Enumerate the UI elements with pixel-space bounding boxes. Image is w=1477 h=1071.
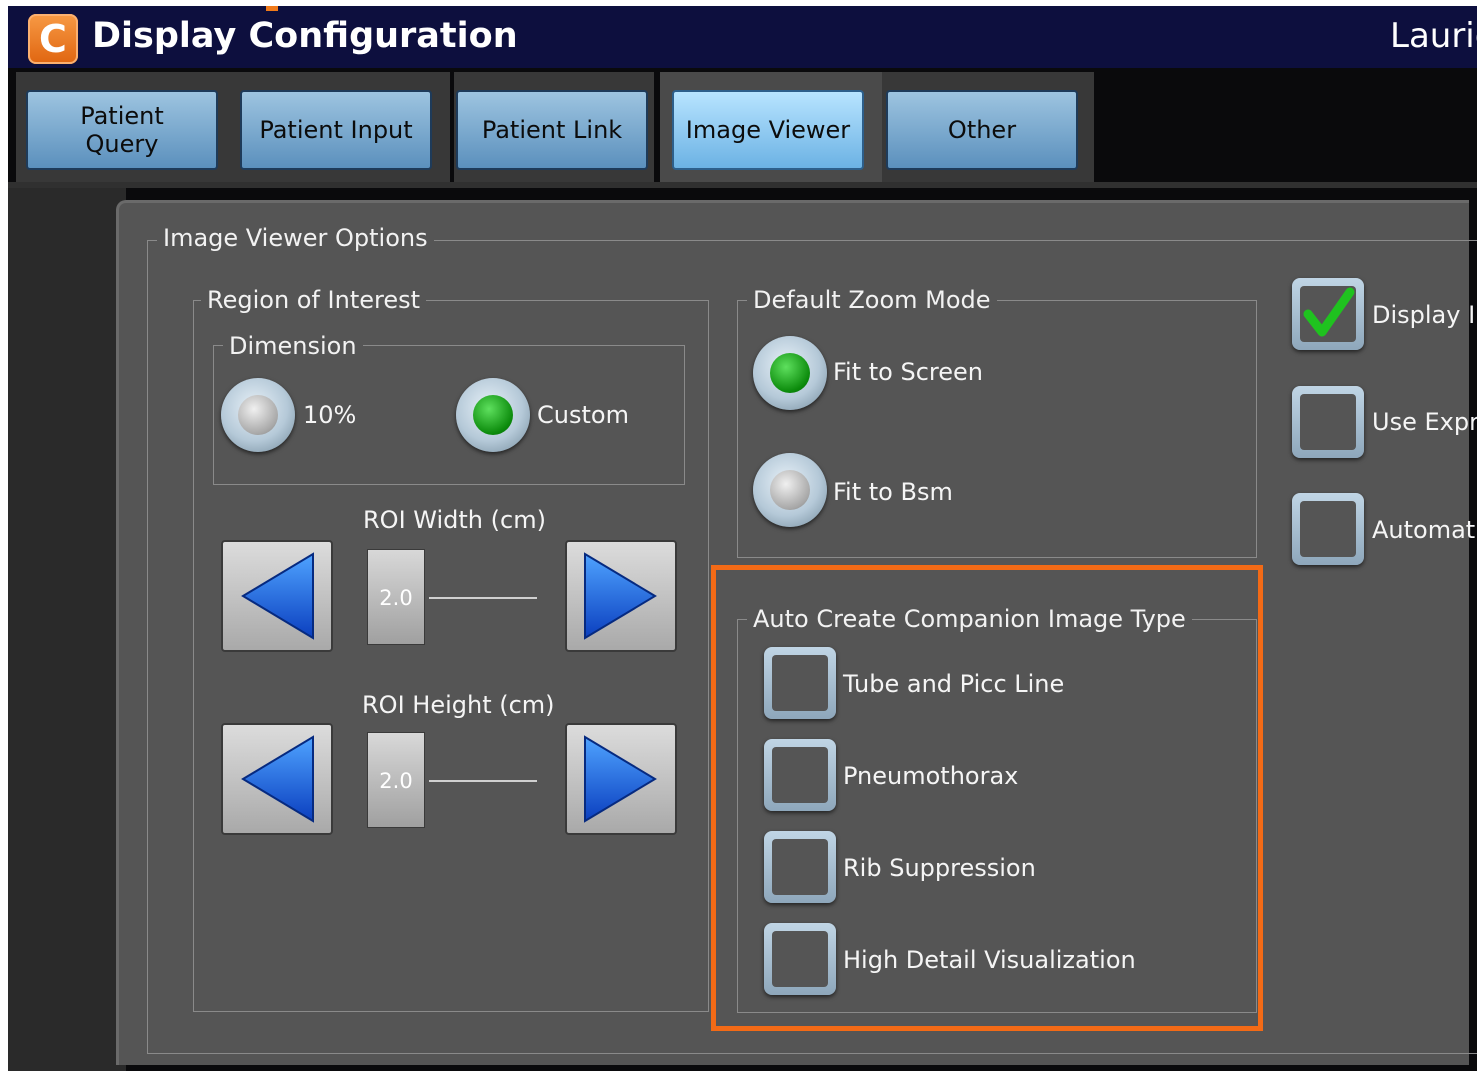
- roi-width-slider-track[interactable]: [429, 597, 537, 599]
- user-name: Laurie: [1390, 16, 1477, 56]
- zoom-mode-title: Default Zoom Mode: [747, 285, 997, 315]
- tab-patient-input[interactable]: Patient Input: [240, 90, 432, 170]
- roi-title: Region of Interest: [201, 285, 427, 315]
- tab-label: Patient Link: [481, 116, 623, 144]
- tab-patient-query[interactable]: Patient Query: [26, 90, 218, 170]
- roi-height-label: ROI Height (cm): [362, 691, 555, 719]
- arrow-right-icon: [584, 735, 657, 823]
- automatic-label: Automati: [1372, 516, 1477, 544]
- dimension-10-radio[interactable]: [221, 378, 295, 452]
- fit-to-screen-radio[interactable]: [753, 336, 827, 410]
- roi-width-label: ROI Width (cm): [363, 506, 546, 534]
- fit-to-screen-label: Fit to Screen: [833, 358, 983, 386]
- title-bar: C Display Configuration Laurie: [8, 6, 1477, 68]
- automatic-checkbox[interactable]: [1292, 493, 1364, 565]
- window-title: Display Configuration: [92, 16, 518, 56]
- tab-label: Other: [947, 116, 1017, 144]
- display-option-checkbox[interactable]: [1292, 278, 1364, 350]
- dimension-custom-label: Custom: [537, 401, 629, 429]
- highlight-box: [711, 565, 1263, 1031]
- radio-dot: [473, 395, 513, 435]
- app-logo-icon: C: [28, 14, 78, 64]
- tab-patient-link[interactable]: Patient Link: [456, 90, 648, 170]
- zoom-mode-group: [737, 300, 1257, 558]
- use-expr-checkbox[interactable]: [1292, 386, 1364, 458]
- roi-height-decrease-button[interactable]: [221, 723, 333, 835]
- arrow-left-icon: [241, 552, 314, 640]
- tab-image-viewer[interactable]: Image Viewer: [672, 90, 864, 170]
- accent-mark: [266, 6, 278, 11]
- group-title: Image Viewer Options: [157, 223, 434, 253]
- roi-height-value[interactable]: 2.0: [367, 732, 425, 828]
- tab-label: Patient Input: [259, 116, 413, 144]
- display-option-label: Display I: [1372, 301, 1476, 329]
- left-gutter: [8, 188, 126, 1071]
- tab-label: Image Viewer: [685, 116, 851, 144]
- arrow-right-icon: [584, 552, 657, 640]
- fit-to-bsm-label: Fit to Bsm: [833, 478, 953, 506]
- tab-strip-divider: [8, 182, 1477, 188]
- checkmark-icon: [1303, 287, 1355, 337]
- checkbox-box: [1300, 501, 1356, 557]
- roi-width-decrease-button[interactable]: [221, 540, 333, 652]
- roi-height-slider-track[interactable]: [429, 780, 537, 782]
- radio-dot: [770, 470, 810, 510]
- tab-other[interactable]: Other: [886, 90, 1078, 170]
- use-expr-label: Use Expr: [1372, 408, 1477, 436]
- tab-label: Patient Query: [80, 102, 164, 158]
- roi-width-value[interactable]: 2.0: [367, 549, 425, 645]
- checkbox-box: [1300, 394, 1356, 450]
- dimension-custom-radio[interactable]: [456, 378, 530, 452]
- roi-height-increase-button[interactable]: [565, 723, 677, 835]
- dimension-10-label: 10%: [303, 401, 357, 429]
- radio-dot: [770, 353, 810, 393]
- roi-width-increase-button[interactable]: [565, 540, 677, 652]
- app-logo-letter: C: [39, 17, 67, 61]
- fit-to-bsm-radio[interactable]: [753, 453, 827, 527]
- dimension-title: Dimension: [223, 331, 363, 361]
- radio-dot: [238, 395, 278, 435]
- arrow-left-icon: [241, 735, 314, 823]
